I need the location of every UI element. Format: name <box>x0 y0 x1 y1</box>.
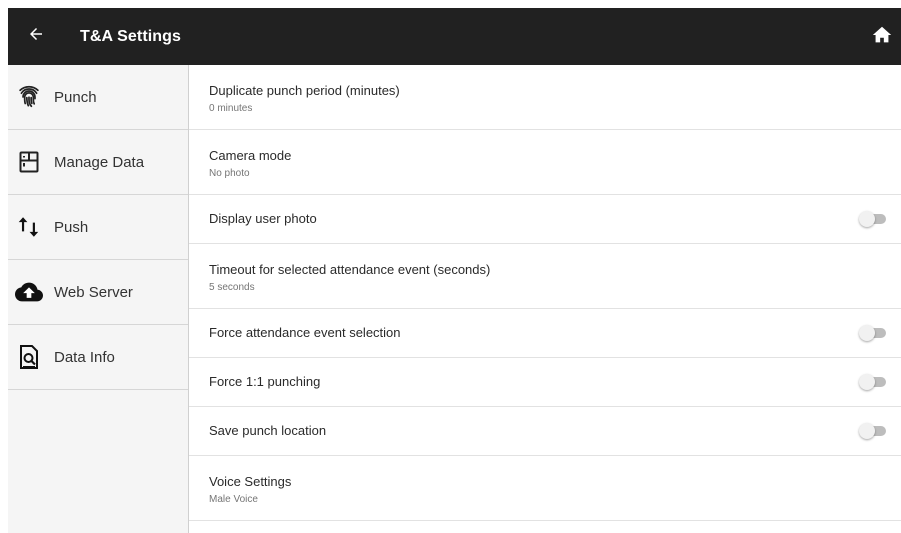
toggle-thumb <box>859 325 875 341</box>
setting-title: Display user photo <box>209 211 317 226</box>
sidebar-item-punch[interactable]: Punch <box>8 65 188 130</box>
cloud-upload-icon <box>15 278 43 306</box>
display-user-photo-toggle[interactable] <box>859 211 889 227</box>
force-1-1-punching-toggle[interactable] <box>859 374 889 390</box>
sidebar-item-web-server[interactable]: Web Server <box>8 260 188 325</box>
setting-value: Male Voice <box>209 494 258 505</box>
sidebar: Punch Manage Data Push Web Server Data I… <box>8 65 189 533</box>
setting-display-user-photo[interactable]: Display user photo <box>189 195 901 244</box>
force-attendance-event-toggle[interactable] <box>859 325 889 341</box>
setting-title: Camera mode <box>209 148 292 163</box>
app-bar: T&A Settings <box>8 8 901 65</box>
setting-title: Force attendance event selection <box>209 325 401 340</box>
setting-title: Duplicate punch period (minutes) <box>209 83 400 98</box>
toggle-thumb <box>859 374 875 390</box>
setting-title: Save punch location <box>209 423 327 438</box>
setting-value: 0 minutes <box>209 103 253 114</box>
arrow-left-icon <box>27 25 45 48</box>
sidebar-item-label: Web Server <box>54 283 133 301</box>
toggle-thumb <box>859 211 875 227</box>
setting-voice-settings[interactable]: Voice Settings Male Voice <box>189 456 901 521</box>
setting-title: Voice Settings <box>209 474 292 489</box>
setting-force-attendance-event[interactable]: Force attendance event selection <box>189 309 901 358</box>
sidebar-item-label: Data Info <box>54 348 115 366</box>
sidebar-item-push[interactable]: Push <box>8 195 188 260</box>
setting-attendance-timeout[interactable]: Timeout for selected attendance event (s… <box>189 244 901 309</box>
setting-save-punch-location[interactable]: Save punch location <box>189 407 901 456</box>
setting-value: No photo <box>209 168 250 179</box>
sidebar-item-data-info[interactable]: Data Info <box>8 325 188 390</box>
sidebar-item-label: Punch <box>54 88 97 106</box>
sidebar-item-label: Push <box>54 218 89 236</box>
save-punch-location-toggle[interactable] <box>859 423 889 439</box>
fingerprint-icon <box>15 83 43 111</box>
setting-value: 5 seconds <box>209 282 255 293</box>
setting-camera-mode[interactable]: Camera mode No photo <box>189 130 901 195</box>
setting-title: Timeout for selected attendance event (s… <box>209 262 491 277</box>
home-button[interactable] <box>869 24 895 50</box>
setting-duplicate-punch-period[interactable]: Duplicate punch period (minutes) 0 minut… <box>189 65 901 130</box>
sidebar-item-manage-data[interactable]: Manage Data <box>8 130 188 195</box>
setting-force-1-1-punching[interactable]: Force 1:1 punching <box>189 358 901 407</box>
home-icon <box>871 24 893 51</box>
settings-list: Duplicate punch period (minutes) 0 minut… <box>189 65 901 533</box>
page-title: T&A Settings <box>80 28 182 45</box>
toggle-thumb <box>859 423 875 439</box>
swap-vertical-icon <box>15 213 43 241</box>
app-window: T&A Settings Punch Manage Data Push Web … <box>8 8 901 533</box>
sidebar-item-label: Manage Data <box>54 153 145 171</box>
database-icon <box>15 148 43 176</box>
back-button[interactable] <box>22 22 50 50</box>
setting-title: Force 1:1 punching <box>209 374 321 389</box>
document-search-icon <box>15 343 43 371</box>
